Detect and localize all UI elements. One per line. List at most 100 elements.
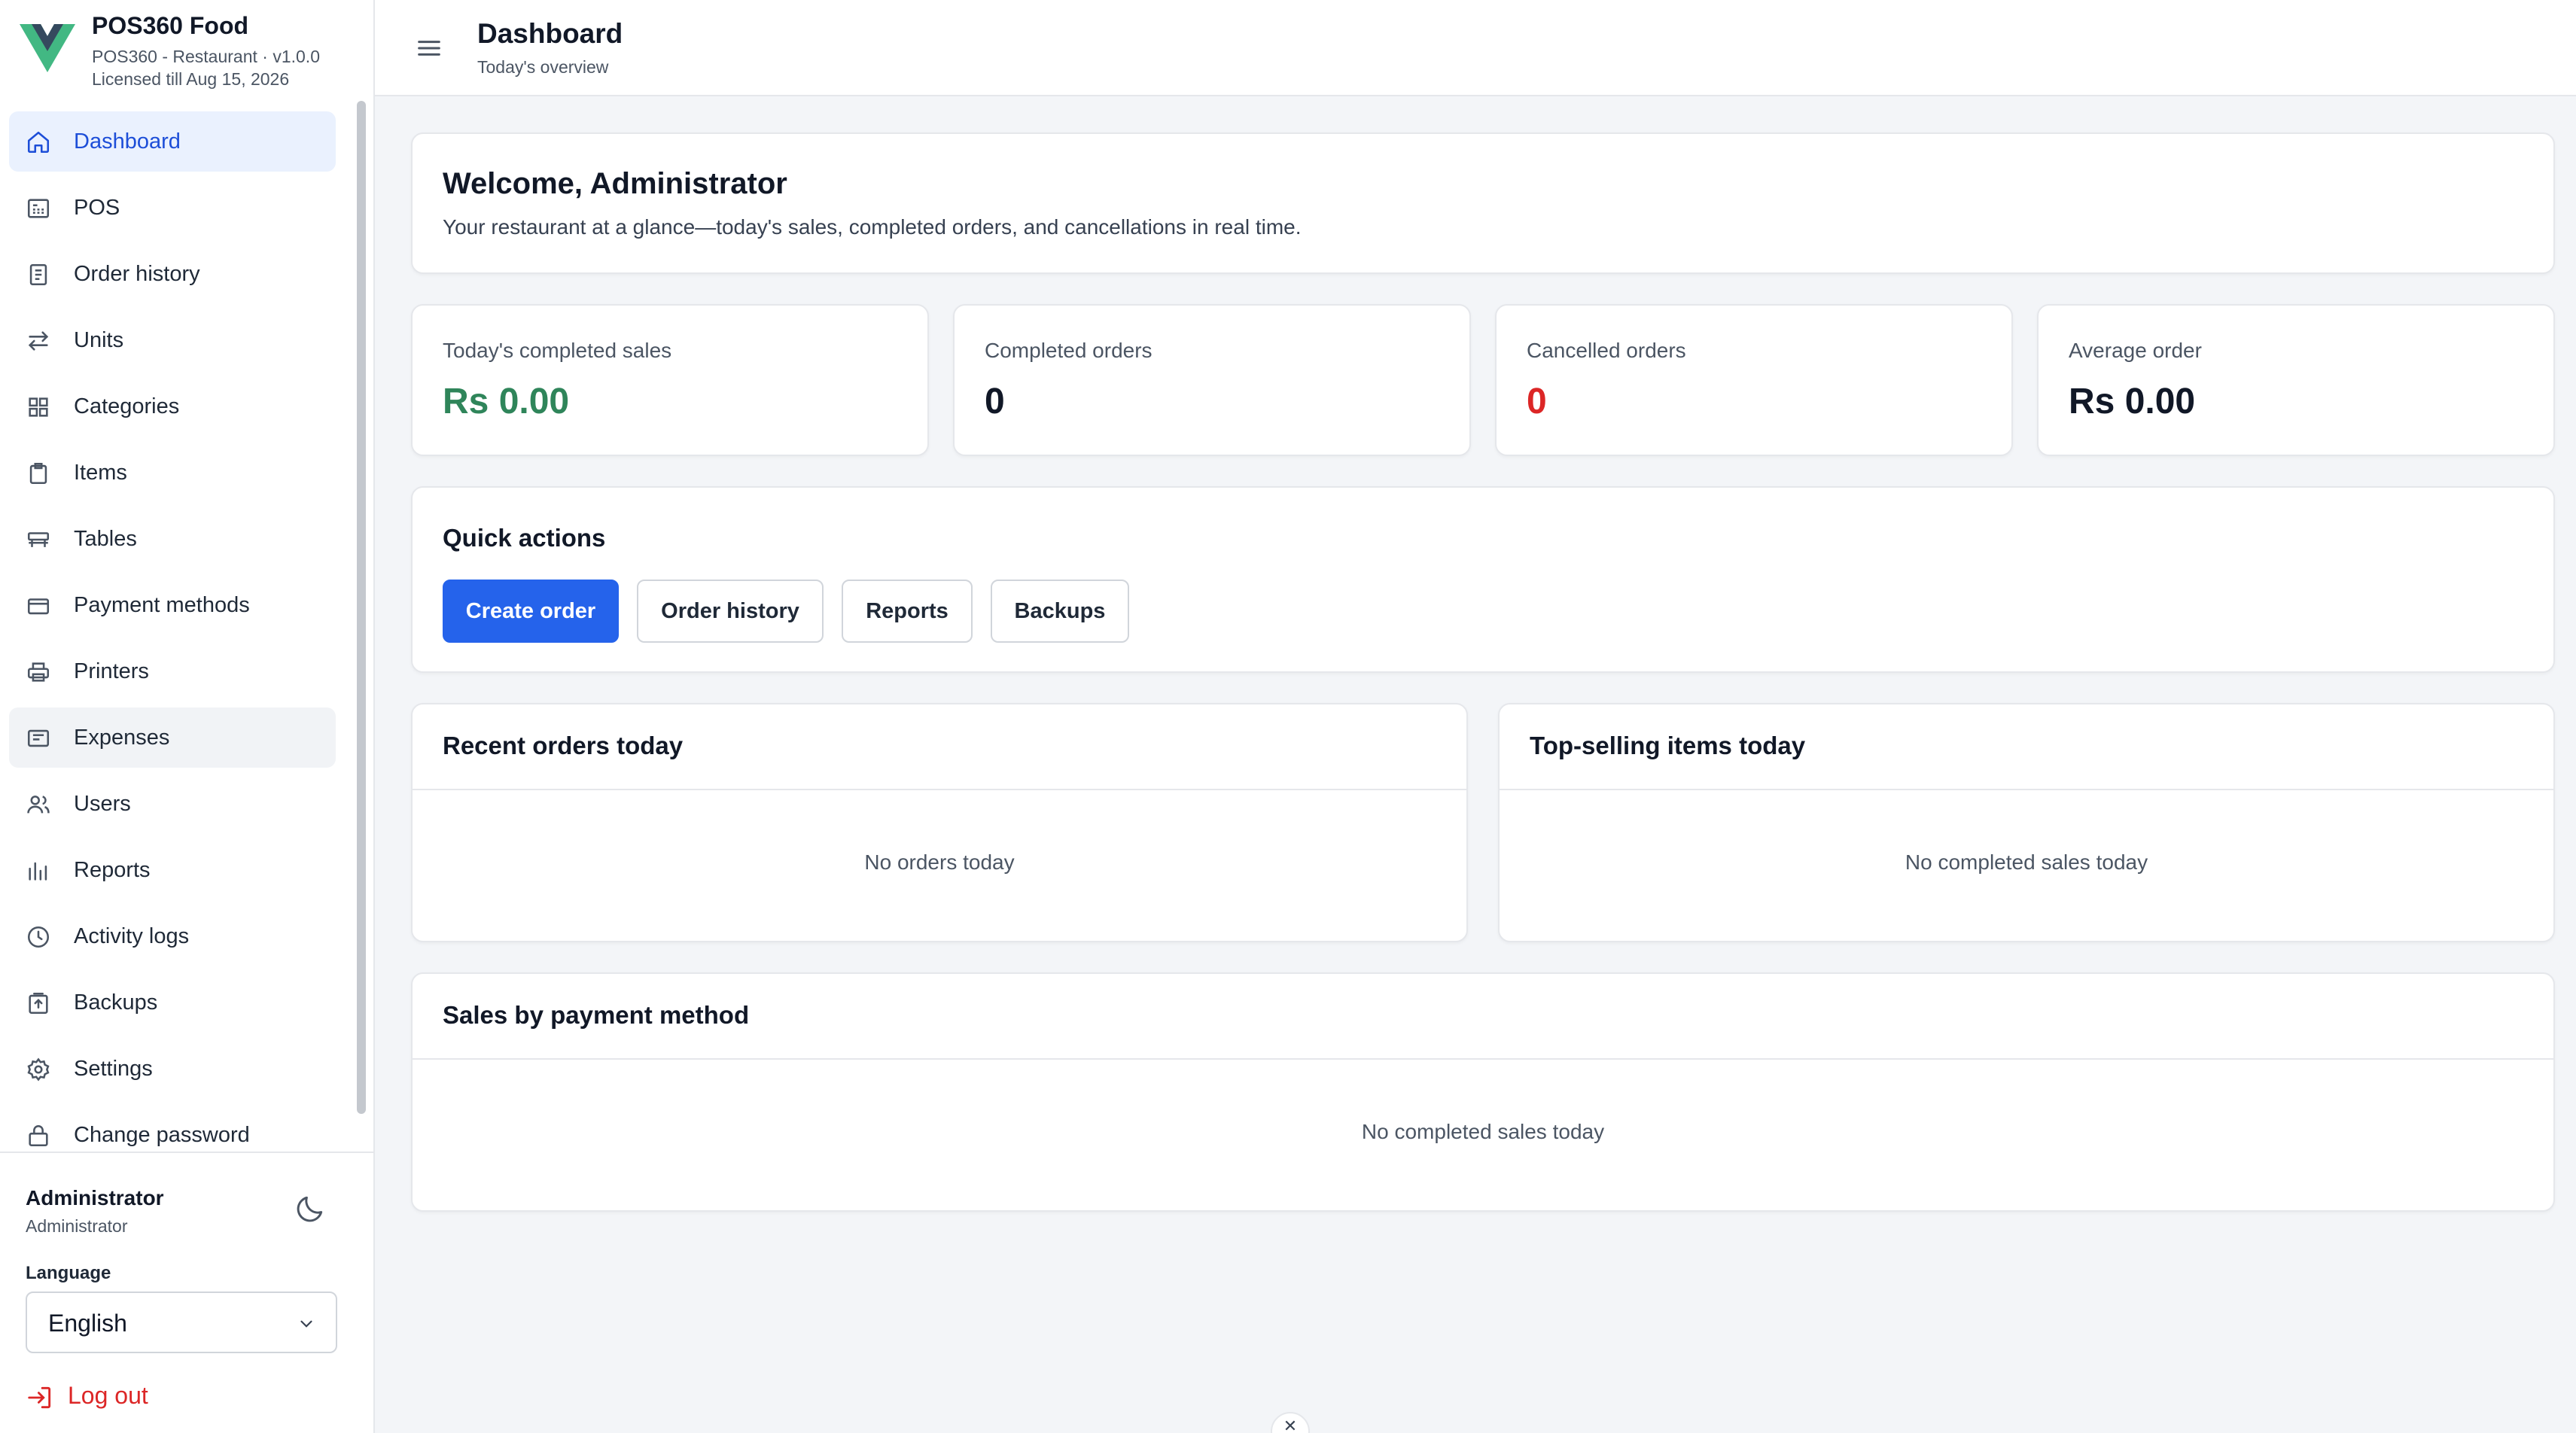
lock-icon xyxy=(29,1125,48,1147)
sidebar-item-payment-methods[interactable]: Payment methods xyxy=(9,575,336,635)
sidebar-item-activity-logs[interactable]: Activity logs xyxy=(9,906,336,966)
sidebar-item-backups[interactable]: Backups xyxy=(9,972,336,1033)
sidebar-item-dashboard[interactable]: Dashboard xyxy=(9,111,336,172)
welcome-text: Your restaurant at a glance—today's sale… xyxy=(443,215,1302,239)
sidebar-nav: Dashboard POS Order history Units Catego… xyxy=(9,111,337,1150)
sidebar-item-label: Expenses xyxy=(74,725,170,750)
sidebar-item-reports[interactable]: Reports xyxy=(9,840,336,900)
sidebar-item-tables[interactable]: Tables xyxy=(9,509,336,569)
sidebar-item-printers[interactable]: Printers xyxy=(9,641,336,701)
empty-state: No completed sales today xyxy=(1361,1120,1605,1143)
stat-card-average-order: Average order Rs 0.00 xyxy=(2037,304,2555,456)
credit-card-icon xyxy=(27,598,50,615)
sidebar-item-label: Settings xyxy=(74,1056,153,1081)
logout-label: Log out xyxy=(68,1382,148,1409)
sidebar-item-pos[interactable]: POS xyxy=(9,178,336,238)
sidebar-item-items[interactable]: Items xyxy=(9,443,336,503)
user-role: Administrator xyxy=(26,1216,128,1236)
welcome-card: Welcome, Administrator Your restaurant a… xyxy=(411,132,2555,274)
clock-icon xyxy=(27,926,50,948)
home-icon xyxy=(27,131,50,154)
sidebar: POS360 Food POS360 - Restaurant · v1.0.0… xyxy=(0,0,375,1433)
user-name: Administrator xyxy=(26,1186,164,1209)
sidebar-item-label: POS xyxy=(74,195,120,220)
recent-orders-card: Recent orders today No orders today xyxy=(411,703,1468,942)
stat-value: Rs 0.00 xyxy=(443,382,570,421)
moon-icon[interactable] xyxy=(294,1192,327,1225)
expense-icon xyxy=(27,729,50,747)
empty-state: No completed sales today xyxy=(1905,850,2148,874)
clipboard-icon xyxy=(29,462,47,485)
sidebar-item-expenses[interactable]: Expenses xyxy=(9,707,336,768)
sidebar-item-order-history[interactable]: Order history xyxy=(9,244,336,304)
sidebar-item-label: Payment methods xyxy=(74,592,250,617)
sidebar-item-change-password[interactable]: Change password xyxy=(9,1105,336,1150)
receipt-icon xyxy=(29,263,47,286)
stat-card-completed-orders: Completed orders 0 xyxy=(953,304,1471,456)
sidebar-item-label: Backups xyxy=(74,990,158,1015)
archive-icon xyxy=(29,992,48,1015)
card-title: Sales by payment method xyxy=(443,1001,750,1029)
grid-icon xyxy=(29,397,48,417)
quick-actions-card: Quick actions Create order Order history… xyxy=(411,486,2555,673)
menu-icon[interactable] xyxy=(414,33,444,63)
welcome-heading: Welcome, Administrator xyxy=(443,167,787,200)
users-icon xyxy=(27,796,50,814)
stat-value: 0 xyxy=(985,382,1005,421)
language-value: English xyxy=(48,1310,127,1337)
printer-icon xyxy=(27,662,50,682)
stat-label: Today's completed sales xyxy=(443,339,672,362)
arrows-icon xyxy=(28,331,49,351)
sidebar-item-units[interactable]: Units xyxy=(9,310,336,370)
sidebar-item-label: Printers xyxy=(74,659,149,683)
create-order-button[interactable]: Create order xyxy=(443,580,619,643)
topbar: Dashboard Today's overview xyxy=(375,0,2576,96)
sidebar-item-label: Activity logs xyxy=(74,923,190,948)
stat-label: Average order xyxy=(2069,339,2202,362)
sidebar-item-label: Categories xyxy=(74,394,180,418)
close-icon[interactable]: ✕ xyxy=(1271,1412,1310,1433)
gear-icon xyxy=(27,1057,50,1082)
sales-by-payment-card: Sales by payment method No completed sal… xyxy=(411,972,2555,1212)
sidebar-item-label: Units xyxy=(74,327,124,352)
sidebar-item-label: Change password xyxy=(74,1122,250,1147)
stat-card-cancelled-orders: Cancelled orders 0 xyxy=(1495,304,2013,456)
stat-label: Cancelled orders xyxy=(1527,339,1686,362)
sidebar-item-settings[interactable]: Settings xyxy=(9,1039,336,1099)
page-title: Dashboard xyxy=(477,18,623,49)
license-info: Licensed till Aug 15, 2026 xyxy=(92,69,290,89)
bar-chart-icon xyxy=(29,862,47,881)
card-header: Recent orders today xyxy=(413,704,1466,790)
card-header: Sales by payment method xyxy=(413,974,2553,1060)
chevron-down-icon xyxy=(300,1320,312,1328)
sidebar-item-users[interactable]: Users xyxy=(9,774,336,834)
sidebar-item-label: Dashboard xyxy=(74,129,181,154)
sidebar-item-label: Users xyxy=(74,791,131,816)
sidebar-scrollbar[interactable] xyxy=(357,101,366,1114)
sidebar-item-label: Items xyxy=(74,460,127,485)
register-icon xyxy=(27,199,50,218)
sidebar-item-label: Order history xyxy=(74,261,200,286)
sidebar-item-categories[interactable]: Categories xyxy=(9,376,336,437)
card-header: Top-selling items today xyxy=(1500,704,2553,790)
card-title: Top-selling items today xyxy=(1530,732,1806,759)
stat-label: Completed orders xyxy=(985,339,1153,362)
quick-actions-heading: Quick actions xyxy=(443,524,606,552)
table-icon xyxy=(27,532,50,547)
logout-button[interactable]: Log out xyxy=(26,1379,206,1413)
stat-value: 0 xyxy=(1527,382,1547,421)
sidebar-item-label: Tables xyxy=(74,526,137,551)
card-title: Recent orders today xyxy=(443,732,684,759)
backups-button[interactable]: Backups xyxy=(991,580,1129,643)
reports-button[interactable]: Reports xyxy=(842,580,973,643)
sidebar-item-label: Reports xyxy=(74,857,151,882)
top-selling-card: Top-selling items today No completed sal… xyxy=(1498,703,2555,942)
language-label: Language xyxy=(26,1263,111,1283)
order-history-button[interactable]: Order history xyxy=(637,580,824,643)
app-name: POS360 Food xyxy=(92,12,249,39)
brand: POS360 Food POS360 - Restaurant · v1.0.0… xyxy=(18,11,372,93)
page-subtitle: Today's overview xyxy=(477,57,609,77)
app-version: POS360 - Restaurant · v1.0.0 xyxy=(92,47,320,66)
language-select[interactable]: English xyxy=(26,1292,337,1353)
sidebar-footer: Administrator Administrator Language Eng… xyxy=(0,1152,373,1433)
